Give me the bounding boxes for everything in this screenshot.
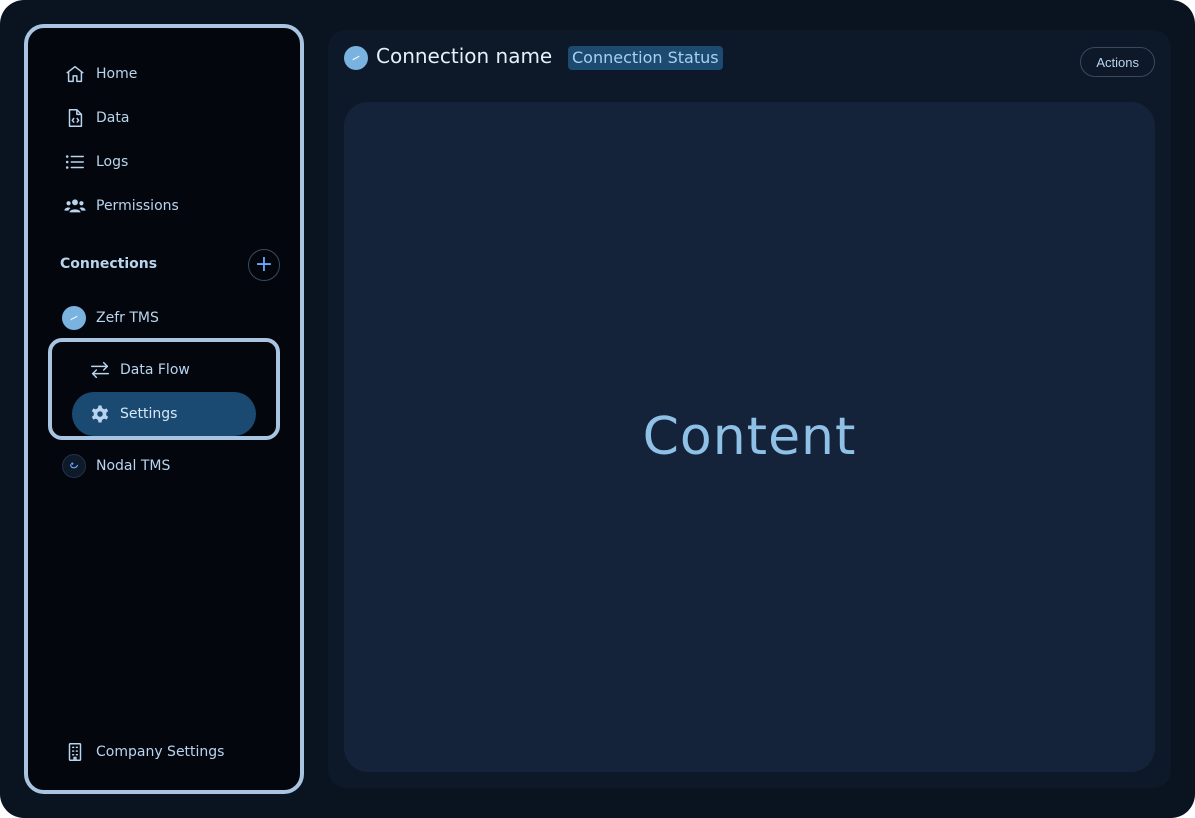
list-icon <box>62 149 88 175</box>
gear-icon <box>88 402 112 426</box>
content-placeholder: Content <box>642 407 857 467</box>
add-connection-button[interactable]: + <box>248 249 280 281</box>
nodal-avatar-icon <box>62 454 86 478</box>
connection-title: Connection name <box>376 44 553 68</box>
nav-item-data[interactable]: Data <box>62 103 129 133</box>
home-icon <box>62 61 88 87</box>
file-code-icon <box>62 105 88 131</box>
nav-item-home[interactable]: Home <box>62 59 137 89</box>
nav-item-logs[interactable]: Logs <box>62 147 128 177</box>
main-panel: Connection name Connection Status Action… <box>328 30 1171 788</box>
nav-item-label: Home <box>96 66 138 82</box>
nav-item-permissions[interactable]: Permissions <box>62 191 179 221</box>
actions-button[interactable]: Actions <box>1080 47 1155 77</box>
connection-item-nodal[interactable]: Nodal TMS <box>62 451 170 481</box>
building-icon <box>62 739 88 765</box>
connection-item-zefr[interactable]: Zefr TMS <box>62 303 159 333</box>
nav-item-label: Logs <box>96 154 129 170</box>
zefr-avatar-icon <box>62 306 86 330</box>
app-window: Home Data Logs Permissions Connections +… <box>0 0 1195 818</box>
arrows-swap-icon <box>88 358 112 382</box>
connection-avatar-icon <box>344 46 368 70</box>
users-icon <box>62 193 88 219</box>
connection-subnav: Data Flow Settings <box>48 338 280 440</box>
subnav-item-settings[interactable]: Settings <box>72 392 256 436</box>
company-settings-label: Company Settings <box>96 744 225 760</box>
company-settings-item[interactable]: Company Settings <box>62 737 224 767</box>
nav-item-label: Data <box>96 110 130 126</box>
connections-heading: Connections <box>60 256 158 272</box>
connection-status-badge: Connection Status <box>568 46 723 70</box>
subnav-item-label: Settings <box>120 406 178 422</box>
subnav-item-data-flow[interactable]: Data Flow <box>72 348 256 392</box>
connection-label: Zefr TMS <box>96 310 159 326</box>
subnav-item-label: Data Flow <box>120 362 190 378</box>
nav-item-label: Permissions <box>96 198 179 214</box>
connection-label: Nodal TMS <box>96 458 171 474</box>
sidebar: Home Data Logs Permissions Connections +… <box>24 24 304 794</box>
content-area: Content <box>344 102 1155 772</box>
